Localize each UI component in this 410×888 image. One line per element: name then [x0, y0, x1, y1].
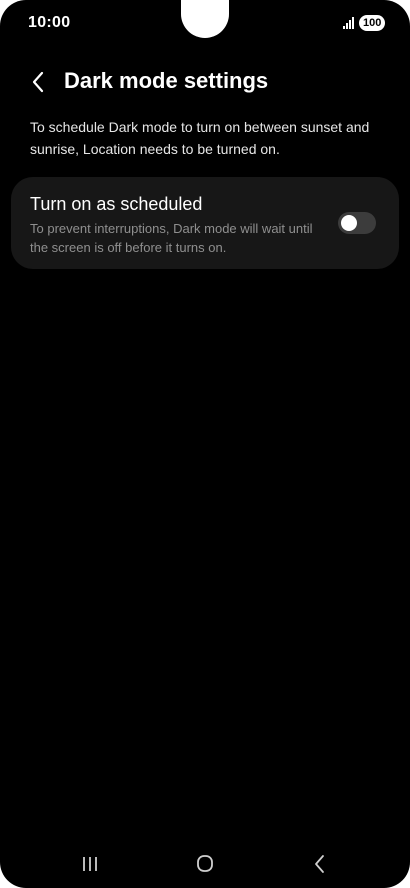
setting-subtitle: To prevent interruptions, Dark mode will… [30, 221, 313, 255]
setting-title: Turn on as scheduled [30, 194, 203, 214]
signal-icon [343, 17, 357, 29]
app-bar: Dark mode settings [0, 62, 410, 102]
battery-icon: 100 [359, 15, 386, 31]
page-title: Dark mode settings [64, 68, 269, 93]
chevron-left-icon [32, 71, 44, 93]
status-bar: 10:00 100 [0, 0, 410, 46]
nav-back-button[interactable] [306, 850, 334, 878]
home-icon [197, 855, 213, 872]
location-notice-text: To schedule Dark mode to turn on between… [30, 119, 370, 157]
recents-icon [83, 857, 97, 871]
status-time: 10:00 [28, 14, 71, 31]
turn-on-as-scheduled-setting[interactable]: Turn on as scheduled To prevent interrup… [11, 177, 399, 269]
camera-notch [181, 0, 229, 38]
back-button[interactable] [24, 66, 56, 98]
schedule-toggle[interactable] [338, 212, 376, 234]
recents-button[interactable] [76, 850, 104, 878]
phone-screen: 10:00 100 Dark mode settings To schedule… [0, 0, 410, 888]
navigation-bar [0, 838, 410, 888]
toggle-knob [341, 215, 357, 231]
home-button[interactable] [191, 850, 219, 878]
back-icon [315, 855, 324, 873]
